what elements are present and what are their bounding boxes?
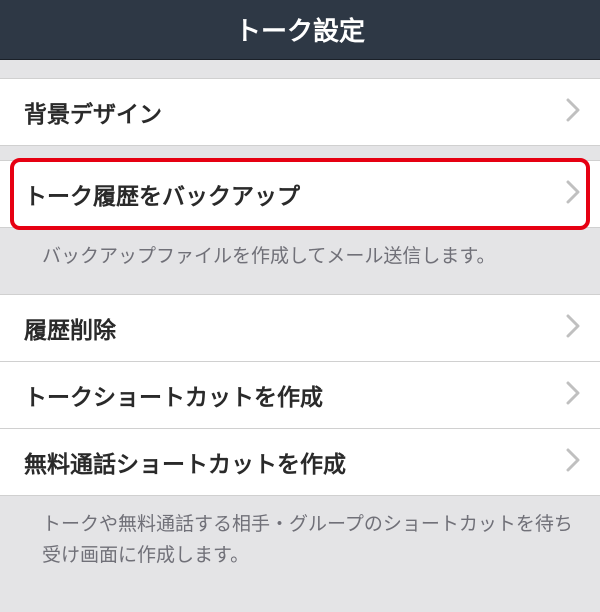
delete-history-item[interactable]: 履歴削除 <box>0 294 600 362</box>
background-design-label: 背景デザイン <box>24 95 162 129</box>
backup-history-label: トーク履歴をバックアップ <box>24 177 300 211</box>
backup-history-item[interactable]: トーク履歴をバックアップ <box>0 160 600 228</box>
call-shortcut-item[interactable]: 無料通話ショートカットを作成 <box>0 428 600 496</box>
settings-content: 背景デザイン トーク履歴をバックアップ バックアップファイルを作成してメール送信… <box>0 60 600 571</box>
talk-shortcut-item[interactable]: トークショートカットを作成 <box>0 361 600 429</box>
backup-history-wrapper: トーク履歴をバックアップ <box>0 160 600 228</box>
chevron-right-icon <box>566 381 580 410</box>
backup-helper-text: バックアップファイルを作成してメール送信します。 <box>0 228 600 272</box>
header-bar: トーク設定 <box>0 0 600 60</box>
chevron-right-icon <box>566 180 580 209</box>
page-title: トーク設定 <box>235 11 365 48</box>
delete-history-label: 履歴削除 <box>24 311 116 345</box>
call-shortcut-label: 無料通話ショートカットを作成 <box>24 445 346 479</box>
talk-shortcut-label: トークショートカットを作成 <box>24 378 323 412</box>
chevron-right-icon <box>566 448 580 477</box>
background-design-item[interactable]: 背景デザイン <box>0 78 600 146</box>
chevron-right-icon <box>566 314 580 343</box>
chevron-right-icon <box>566 98 580 127</box>
shortcut-helper-text: トークや無料通話する相手・グループのショートカットを待ち受け画面に作成します。 <box>0 496 600 571</box>
